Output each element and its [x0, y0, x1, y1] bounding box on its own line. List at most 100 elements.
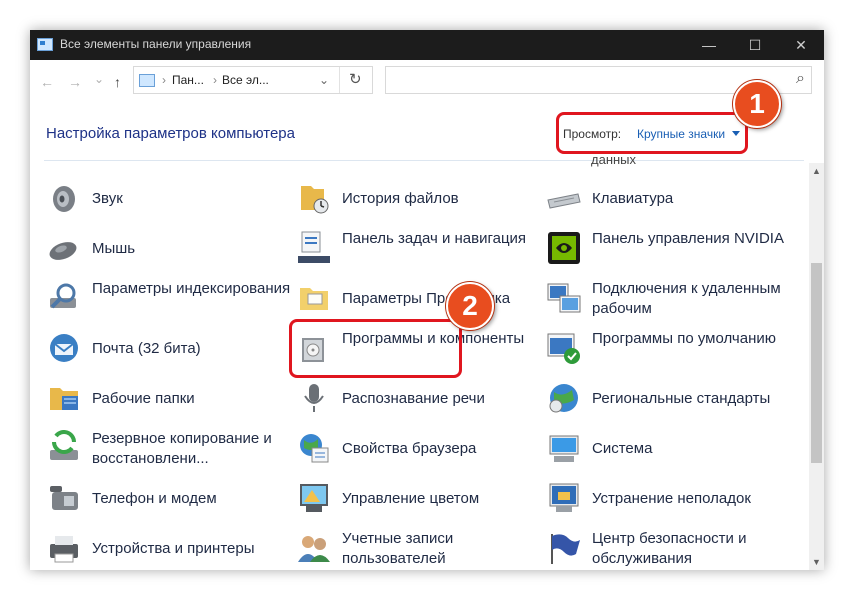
printer-icon: [50, 536, 78, 563]
refresh-button[interactable]: ↻: [349, 70, 362, 88]
item-label: Мышь: [92, 240, 136, 257]
work-folders-icon: [50, 388, 78, 410]
item-indexing[interactable]: Параметры индексирования: [46, 275, 290, 321]
taskbar-icon: [298, 231, 330, 263]
security-flag-icon: [551, 534, 580, 564]
breadcrumb-chevron-icon: ›: [162, 73, 166, 87]
scroll-down-arrow-icon[interactable]: ▼: [812, 557, 821, 567]
item-remote-desktop[interactable]: Подключения к удаленным рабочим: [546, 275, 786, 321]
indexing-icon: [50, 283, 76, 309]
page-title: Настройка параметров компьютера: [46, 125, 295, 142]
item-label: Система: [592, 440, 653, 457]
item-label: Свойства браузера: [342, 440, 477, 457]
item-label: Резервное копирование и восстановлени...: [92, 430, 272, 467]
microphone-icon: [304, 384, 324, 412]
mouse-icon: [49, 242, 77, 260]
item-label: История файлов: [342, 190, 459, 207]
item-label: Программы по умолчанию: [592, 330, 776, 347]
item-internet-options[interactable]: Свойства браузера: [296, 425, 536, 471]
item-security-maintenance[interactable]: Центр безопасности и обслуживания: [546, 525, 786, 570]
close-button[interactable]: ✕: [778, 30, 824, 60]
item-troubleshooting[interactable]: Устранение неполадок: [546, 475, 786, 521]
remote-desktop-icon: [547, 283, 581, 313]
forward-button[interactable]: →: [68, 74, 82, 90]
item-user-accounts[interactable]: Учетные записи пользователей: [296, 525, 536, 570]
header-divider: [44, 160, 804, 161]
scroll-up-arrow-icon[interactable]: ▲: [812, 166, 821, 176]
item-devices-printers[interactable]: Устройства и принтеры: [46, 525, 286, 570]
item-taskbar[interactable]: Панель задач и навигация: [296, 225, 536, 271]
item-label: Рабочие папки: [92, 390, 195, 407]
item-mouse[interactable]: Мышь: [46, 225, 286, 271]
color-management-icon: [300, 484, 328, 512]
item-speech-recognition[interactable]: Распознавание речи: [296, 375, 536, 421]
breadcrumb-item[interactable]: Все эл...: [222, 73, 269, 87]
item-mail[interactable]: Почта (32 бита): [46, 325, 286, 371]
troubleshoot-icon: [549, 483, 579, 512]
address-dropdown-icon[interactable]: ⌄: [319, 73, 329, 87]
window-title: Все элементы панели управления: [60, 37, 252, 51]
item-file-history[interactable]: История файлов: [296, 175, 536, 221]
item-work-folders[interactable]: Рабочие папки: [46, 375, 286, 421]
item-system[interactable]: Система: [546, 425, 786, 471]
breadcrumb-item[interactable]: Пан...: [172, 73, 204, 87]
item-label: Клавиатура: [592, 190, 674, 207]
item-label: Параметры индексирования: [92, 280, 291, 297]
control-panel-icon: [37, 38, 53, 51]
search-icon: ⌕: [796, 70, 805, 87]
address-location-icon: [139, 74, 155, 87]
maximize-button[interactable]: ☐: [732, 30, 778, 60]
default-programs-icon: [547, 333, 580, 364]
backup-icon: [50, 430, 78, 460]
item-label: Управление цветом: [342, 490, 480, 507]
item-nvidia[interactable]: Панель управления NVIDIA: [546, 225, 786, 271]
item-label: Центр безопасности и обслуживания: [592, 530, 747, 567]
phone-icon: [50, 486, 78, 510]
minimize-button[interactable]: —: [686, 30, 732, 60]
control-panel-window: Все элементы панели управления — ☐ ✕ ← →…: [30, 30, 824, 570]
item-label: Параметры Проводника: [342, 290, 511, 307]
view-mode-highlight: [556, 112, 748, 154]
region-icon: [549, 384, 578, 413]
item-label: Телефон и модем: [92, 490, 217, 507]
address-divider: [339, 67, 340, 93]
item-label: Почта (32 бита): [92, 340, 201, 357]
partial-item-label: данных: [591, 152, 637, 167]
item-default-programs[interactable]: Программы по умолчанию: [546, 325, 786, 371]
nvidia-icon: [548, 232, 580, 264]
item-keyboard[interactable]: Клавиатура: [546, 175, 786, 221]
up-button[interactable]: ↑: [114, 74, 121, 90]
item-label: Подключения к удаленным рабочим: [592, 280, 781, 317]
item-label: Звук: [92, 190, 123, 207]
item-explorer-options[interactable]: Параметры Проводника: [296, 275, 536, 321]
keyboard-icon: [547, 193, 581, 209]
item-label: Региональные стандарты: [592, 390, 771, 407]
recent-locations-button[interactable]: ⌄: [94, 72, 104, 86]
system-icon: [549, 435, 579, 462]
mail-icon: [50, 334, 78, 362]
vertical-scrollbar[interactable]: ▲ ▼: [809, 163, 824, 570]
item-phone-modem[interactable]: Телефон и модем: [46, 475, 286, 521]
step-badge-1: 1: [733, 80, 781, 128]
item-label: Учетные записи пользователей: [342, 530, 454, 567]
internet-options-icon: [300, 434, 329, 463]
back-button[interactable]: ←: [40, 74, 54, 90]
item-region[interactable]: Региональные стандарты: [546, 375, 786, 421]
speaker-icon: [53, 186, 75, 212]
item-color-management[interactable]: Управление цветом: [296, 475, 536, 521]
item-sound[interactable]: Звук: [46, 175, 286, 221]
title-bar[interactable]: Все элементы панели управления — ☐ ✕: [30, 30, 824, 60]
item-backup[interactable]: Резервное копирование и восстановлени...: [46, 425, 286, 471]
explorer-options-icon: [300, 288, 328, 310]
item-label: Распознавание речи: [342, 390, 485, 407]
scroll-thumb[interactable]: [811, 263, 822, 463]
item-label: Устранение неполадок: [592, 490, 751, 507]
item-label: Панель управления NVIDIA: [592, 230, 784, 247]
address-bar[interactable]: › Пан... › Все эл... ⌄ ↻: [133, 66, 373, 94]
item-label: Панель задач и навигация: [342, 230, 527, 247]
programs-highlight: [289, 319, 462, 378]
item-label: Устройства и принтеры: [92, 540, 255, 557]
user-accounts-icon: [298, 536, 330, 562]
breadcrumb-chevron-icon: ›: [213, 73, 217, 87]
file-history-icon: [301, 186, 329, 214]
